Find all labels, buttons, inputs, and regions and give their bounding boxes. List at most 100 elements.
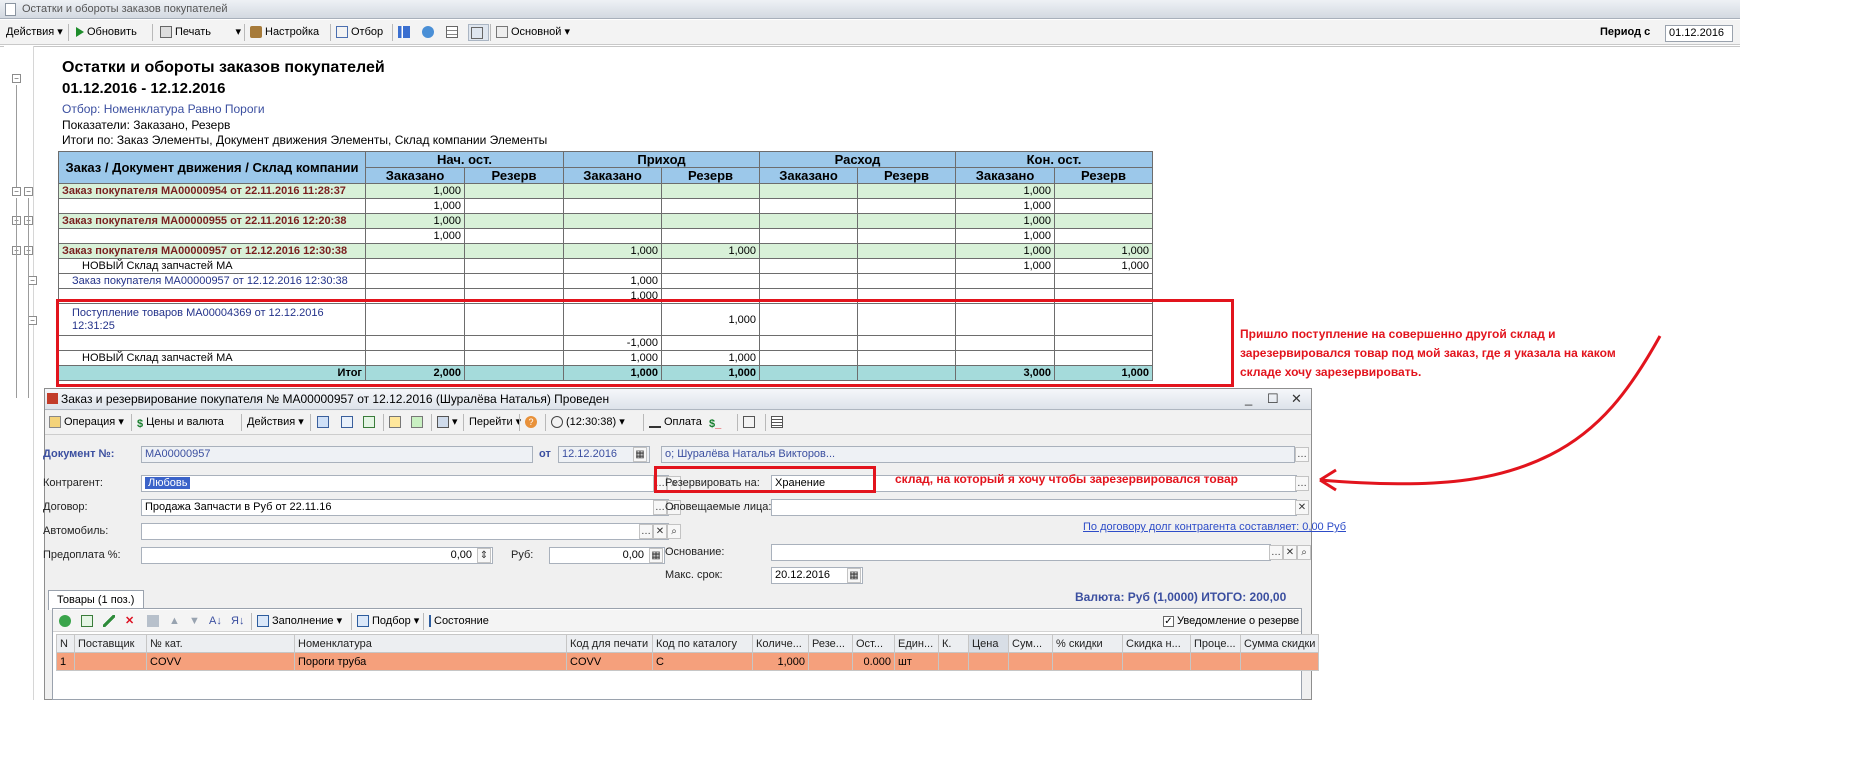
globe-icon-button[interactable] xyxy=(422,24,437,41)
prepay-stepper-icon[interactable]: ⇕ xyxy=(477,548,491,563)
grid-cell[interactable]: COVV xyxy=(566,652,653,671)
select-menu[interactable]: Подбор ▾ xyxy=(357,613,419,630)
grid-column-header[interactable]: Номенклатура xyxy=(294,634,567,653)
collapse-icon[interactable]: − xyxy=(28,276,37,285)
operation-menu[interactable]: Операция ▾ xyxy=(49,414,124,431)
choose-basis-icon[interactable]: … xyxy=(1269,545,1283,560)
grid-column-header[interactable]: % скидки xyxy=(1052,634,1123,653)
variant-menu[interactable]: Основной ▾ xyxy=(496,24,570,41)
notify-input[interactable] xyxy=(771,499,1297,516)
prices-currency-button[interactable]: $ Цены и валюта xyxy=(137,414,224,431)
grid-column-header[interactable]: Проце... xyxy=(1190,634,1241,653)
grid-cell[interactable]: Пороги труба xyxy=(294,652,567,671)
contract-input[interactable]: Продажа Запчасти в Руб от 22.11.16 xyxy=(141,499,669,516)
period-start-input[interactable]: 01.12.2016 xyxy=(1665,25,1733,42)
grid-cell[interactable]: С xyxy=(652,652,753,671)
hierarchy-icon-button[interactable] xyxy=(743,414,758,431)
max-term-calendar-icon[interactable]: ▦ xyxy=(847,568,861,583)
grid-cell[interactable]: COVV xyxy=(146,652,295,671)
grid-column-header[interactable]: Сумма скидки xyxy=(1239,634,1320,653)
goto-menu[interactable]: Перейти ▾ xyxy=(469,414,521,431)
state-button[interactable]: Состояние xyxy=(429,613,489,630)
responsible-input[interactable]: о; Шуралёва Наталья Викторов... xyxy=(661,446,1295,463)
grid-column-header[interactable]: Код по каталогу xyxy=(652,634,753,653)
list-icon-button[interactable] xyxy=(771,414,786,431)
settings-button[interactable]: Настройка xyxy=(250,24,319,41)
grid-cell[interactable] xyxy=(1008,652,1053,671)
print-button[interactable]: Печать ▾ xyxy=(160,24,241,41)
actions-menu[interactable]: Действия ▾ xyxy=(6,24,63,41)
dollar-red-icon-button[interactable]: $_ xyxy=(709,414,724,431)
grid-cell[interactable] xyxy=(1190,652,1241,671)
grid-column-header[interactable]: Поставщик xyxy=(74,634,147,653)
clear-basis-icon[interactable]: ✕ xyxy=(1283,545,1297,560)
choose-warehouse-icon[interactable]: … xyxy=(1295,476,1309,491)
minimize-icon[interactable]: _ xyxy=(1245,391,1252,406)
grid-column-header[interactable]: Резе... xyxy=(808,634,853,653)
clear-notify-icon[interactable]: ✕ xyxy=(1295,500,1309,515)
doc-actions-menu[interactable]: Действия ▾ xyxy=(247,414,304,431)
grid-cell[interactable] xyxy=(938,652,969,671)
grid-cell[interactable]: шт xyxy=(894,652,939,671)
edit-icon[interactable] xyxy=(103,613,118,630)
filter-button[interactable]: Отбор xyxy=(336,24,383,41)
grid-cell[interactable]: 0.000 xyxy=(852,652,895,671)
structure-menu[interactable]: ▾ xyxy=(437,414,458,431)
collapse-icon[interactable]: − xyxy=(24,187,33,196)
import-icon-button[interactable] xyxy=(389,414,404,431)
collapse-icon[interactable]: − xyxy=(28,316,37,325)
collapse-icon[interactable]: − xyxy=(12,187,21,196)
grid-column-header[interactable]: Скидка н... xyxy=(1122,634,1191,653)
add-row-icon[interactable] xyxy=(59,613,74,630)
contractor-debt-link[interactable]: По договору долг контрагента составляет:… xyxy=(1083,521,1346,533)
choose-responsible-icon[interactable]: … xyxy=(1295,447,1309,462)
grid-cell[interactable] xyxy=(74,652,147,671)
open-car-icon[interactable]: ⌕ xyxy=(667,524,681,539)
fill-menu[interactable]: Заполнение ▾ xyxy=(257,613,342,630)
grid-cell[interactable] xyxy=(1052,652,1123,671)
delete-icon[interactable]: ✕ xyxy=(125,613,134,630)
close-icon[interactable]: ✕ xyxy=(1291,391,1302,407)
grid-cell[interactable]: 1,000 xyxy=(752,652,809,671)
chart-icon-button[interactable] xyxy=(398,24,413,41)
basis-input[interactable] xyxy=(771,544,1271,561)
grid-column-header[interactable]: № кат. xyxy=(146,634,295,653)
time-menu[interactable]: (12:30:38) ▾ xyxy=(551,414,625,431)
contractor-input[interactable]: Любовь xyxy=(141,475,669,492)
grid-cell[interactable]: 1 xyxy=(56,652,75,671)
grid-column-header[interactable]: К. xyxy=(938,634,969,653)
open-basis-icon[interactable]: ⌕ xyxy=(1297,545,1311,560)
reserve-notice-checkbox[interactable]: ✓ Уведомление о резерве xyxy=(1163,613,1299,630)
grid-cell[interactable] xyxy=(1239,652,1320,671)
grid-column-header[interactable]: Ост... xyxy=(852,634,895,653)
doc-number-input[interactable]: МА00000957 xyxy=(141,446,533,463)
save-icon-button[interactable] xyxy=(317,414,332,431)
tab-goods[interactable]: Товары (1 поз.) xyxy=(48,590,144,610)
help-icon-button[interactable]: ? xyxy=(525,414,540,431)
rub-input[interactable]: 0,00 xyxy=(549,547,665,564)
collapse-icon[interactable]: − xyxy=(12,74,21,83)
grid-column-header[interactable]: Сум... xyxy=(1008,634,1053,653)
end-edit-icon[interactable] xyxy=(147,613,162,630)
grid-cell[interactable] xyxy=(808,652,853,671)
copy-icon-button[interactable] xyxy=(363,414,378,431)
grid-cell[interactable] xyxy=(968,652,1009,671)
maximize-icon[interactable]: ☐ xyxy=(1267,391,1279,407)
move-up-icon[interactable]: ▲ xyxy=(169,613,180,630)
refresh-button[interactable]: Обновить xyxy=(76,24,137,41)
choose-car-icon[interactable]: … xyxy=(639,524,653,539)
calendar-icon[interactable]: ▦ xyxy=(633,447,647,462)
post-icon-button[interactable] xyxy=(341,414,356,431)
prepay-input[interactable]: 0,00 xyxy=(141,547,493,564)
layout-icon-button[interactable] xyxy=(468,24,489,41)
sort-desc-icon[interactable]: Я↓ xyxy=(231,613,244,630)
clear-car-icon[interactable]: ✕ xyxy=(653,524,667,539)
grid-cell[interactable] xyxy=(1122,652,1191,671)
car-input[interactable] xyxy=(141,523,669,540)
grid-column-header[interactable]: Цена xyxy=(968,634,1009,653)
grid-column-header[interactable]: N xyxy=(56,634,75,653)
move-down-icon[interactable]: ▼ xyxy=(189,613,200,630)
calculator-icon[interactable]: ▦ xyxy=(649,548,663,563)
grid-column-header[interactable]: Количе... xyxy=(752,634,809,653)
grid-column-header[interactable]: Един... xyxy=(894,634,939,653)
